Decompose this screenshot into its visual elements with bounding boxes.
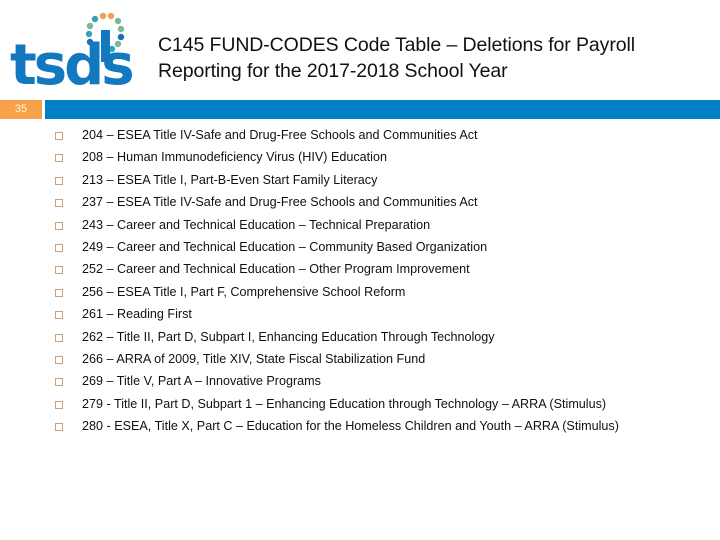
list-item: 266 – ARRA of 2009, Title XIV, State Fis…	[55, 352, 715, 367]
item-text: 269 – Title V, Part A – Innovative Progr…	[82, 374, 321, 389]
tsds-logo-graphic: tsds	[10, 12, 135, 98]
slide-number: 35	[0, 100, 42, 119]
square-bullet-icon	[55, 154, 63, 163]
fund-code-list: 204 – ESEA Title IV-Safe and Drug-Free S…	[55, 128, 715, 441]
tsds-logo: tsds	[10, 8, 145, 98]
square-bullet-icon	[55, 176, 63, 185]
square-bullet-icon	[55, 266, 63, 275]
list-item: 279 - Title II, Part D, Subpart 1 – Enha…	[55, 397, 715, 412]
square-bullet-icon	[55, 400, 63, 409]
title-line-1: C145 FUND-CODES Code Table – Deletions f…	[158, 34, 635, 56]
item-text: 279 - Title II, Part D, Subpart 1 – Enha…	[82, 396, 607, 411]
item-text: 243 – Career and Technical Education – T…	[82, 217, 431, 232]
item-text: 213 – ESEA Title I, Part-B-Even Start Fa…	[82, 172, 378, 187]
item-text: 249 – Career and Technical Education – C…	[82, 239, 488, 254]
square-bullet-icon	[55, 378, 63, 387]
square-bullet-icon	[55, 221, 63, 230]
list-item: 243 – Career and Technical Education – T…	[55, 218, 715, 233]
square-bullet-icon	[55, 311, 63, 320]
list-item: 204 – ESEA Title IV-Safe and Drug-Free S…	[55, 128, 715, 143]
item-text: 256 – ESEA Title I, Part F, Comprehensiv…	[82, 284, 406, 299]
square-bullet-icon	[55, 333, 63, 342]
list-item: 208 – Human Immunodeficiency Virus (HIV)…	[55, 150, 715, 165]
title-line-2: Reporting for the 2017-2018 School Year	[158, 60, 508, 82]
logo-text: tsds	[10, 33, 132, 93]
list-item: 280 - ESEA, Title X, Part C – Education …	[55, 419, 715, 434]
slide-header-bar: 35	[0, 100, 720, 119]
list-item: 252 – Career and Technical Education – O…	[55, 262, 715, 277]
square-bullet-icon	[55, 199, 63, 208]
list-item: 261 – Reading First	[55, 307, 715, 322]
square-bullet-icon	[55, 423, 63, 432]
list-item: 213 – ESEA Title I, Part-B-Even Start Fa…	[55, 173, 715, 188]
list-item: 249 – Career and Technical Education – C…	[55, 240, 715, 255]
item-text: 280 - ESEA, Title X, Part C – Education …	[82, 419, 619, 434]
square-bullet-icon	[55, 355, 63, 364]
item-text: 266 – ARRA of 2009, Title XIV, State Fis…	[82, 351, 426, 366]
item-text: 252 – Career and Technical Education – O…	[82, 262, 470, 277]
page-title: C145 FUND-CODES Code Table – Deletions f…	[158, 32, 698, 84]
list-item: 256 – ESEA Title I, Part F, Comprehensiv…	[55, 285, 715, 300]
item-text: 262 – Title II, Part D, Subpart I, Enhan…	[82, 329, 495, 344]
list-item: 237 – ESEA Title IV-Safe and Drug-Free S…	[55, 195, 715, 210]
square-bullet-icon	[55, 243, 63, 252]
item-text: 237 – ESEA Title IV-Safe and Drug-Free S…	[82, 195, 478, 210]
blue-band	[45, 100, 720, 119]
square-bullet-icon	[55, 132, 63, 140]
list-item: 262 – Title II, Part D, Subpart I, Enhan…	[55, 330, 715, 345]
list-item: 269 – Title V, Part A – Innovative Progr…	[55, 374, 715, 389]
item-text: 204 – ESEA Title IV-Safe and Drug-Free S…	[82, 128, 478, 142]
item-text: 208 – Human Immunodeficiency Virus (HIV)…	[82, 150, 387, 165]
item-text: 261 – Reading First	[82, 307, 192, 322]
square-bullet-icon	[55, 288, 63, 297]
